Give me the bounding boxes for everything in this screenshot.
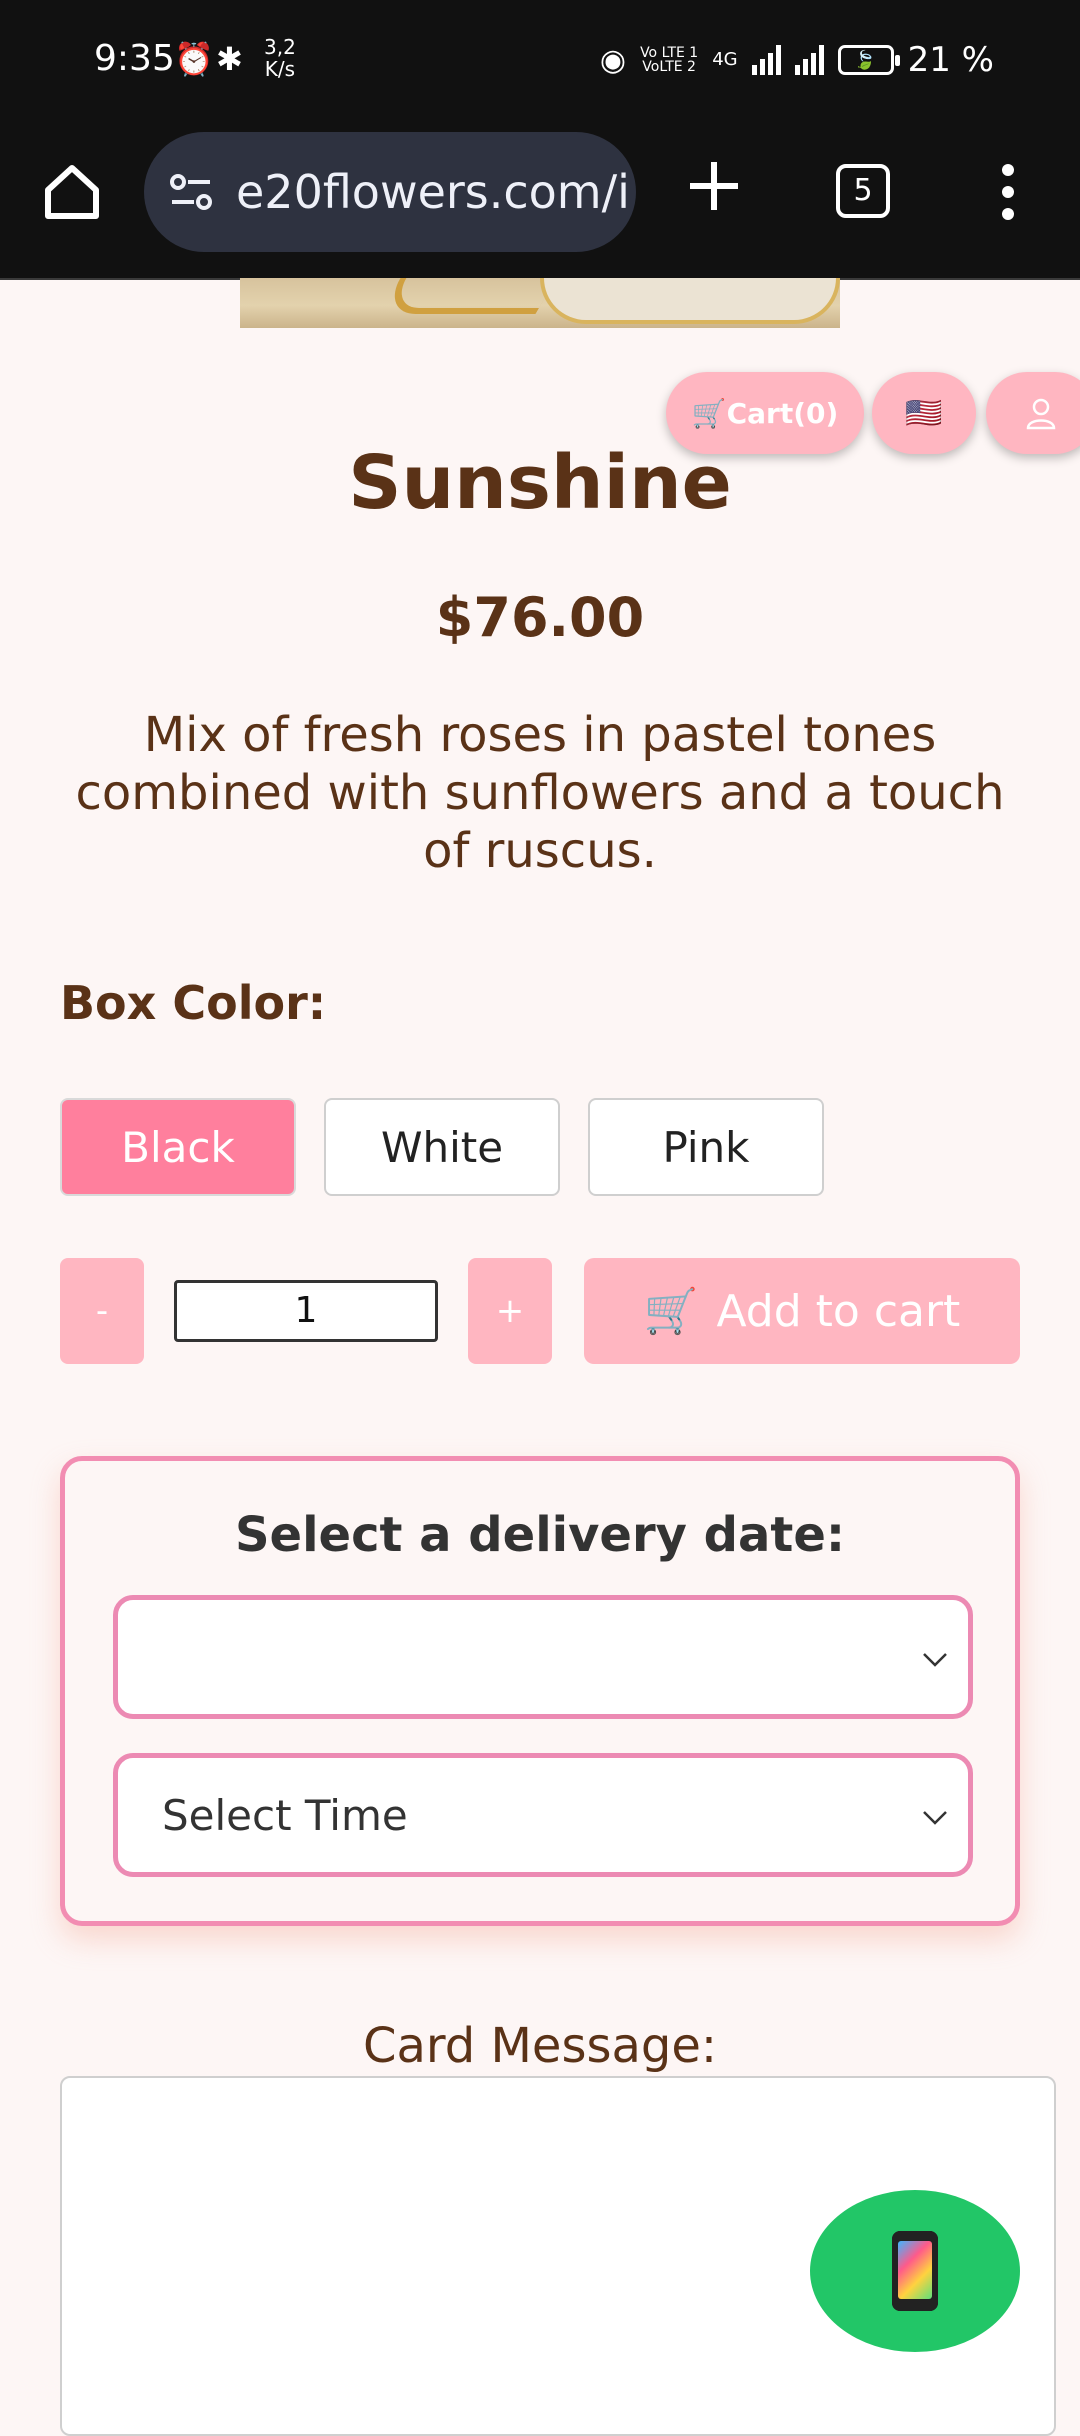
ribbon-graphic: [379, 278, 557, 314]
contact-fab-button[interactable]: [810, 2190, 1020, 2352]
home-icon[interactable]: [40, 160, 104, 224]
delivery-time-value: Select Time: [162, 1790, 408, 1840]
battery-icon: 🍃: [837, 45, 900, 75]
volte-indicator: Vo LTE 1 VoLTE 2: [640, 46, 698, 74]
volte-top: Vo LTE 1: [640, 45, 699, 61]
signal-icon: [751, 45, 781, 75]
card-message-label: Card Message:: [362, 2018, 718, 2074]
bluetooth-icon: ✱: [216, 40, 243, 78]
phone-icon: [892, 2231, 938, 2311]
product-title: Sunshine: [348, 440, 732, 526]
battery-percent: 21 %: [907, 40, 994, 80]
menu-icon[interactable]: [998, 162, 1018, 222]
product-image: [240, 278, 840, 328]
user-icon: [1026, 398, 1056, 430]
color-option-white[interactable]: White: [324, 1098, 560, 1196]
cart-icon: 🛒: [643, 1286, 699, 1337]
color-option-pink[interactable]: Pink: [588, 1098, 824, 1196]
quantity-increase-button[interactable]: +: [468, 1258, 552, 1364]
signal-icon-2: [794, 45, 824, 75]
network-type: 4G: [712, 49, 738, 70]
chevron-down-icon: [923, 1811, 947, 1825]
add-to-cart-button[interactable]: 🛒 Add to cart: [584, 1258, 1020, 1364]
delivery-time-select[interactable]: Select Time: [113, 1753, 973, 1877]
network-speed-unit: K/s: [264, 57, 296, 81]
color-option-black[interactable]: Black: [60, 1098, 296, 1196]
delivery-date-select[interactable]: [113, 1595, 973, 1719]
delivery-panel: Select a delivery date: Select Time: [60, 1456, 1020, 1926]
new-tab-icon[interactable]: [684, 156, 744, 216]
product-price: $76.00: [435, 586, 645, 649]
chevron-down-icon: [923, 1653, 947, 1667]
site-settings-icon[interactable]: [166, 166, 218, 218]
status-time: 9:35: [94, 38, 175, 79]
url-text[interactable]: e20flowers.com/i: [236, 165, 630, 219]
quantity-input[interactable]: 1: [174, 1280, 438, 1342]
delivery-title: Select a delivery date:: [234, 1507, 846, 1563]
tabs-icon[interactable]: 5: [836, 164, 890, 218]
network-speed-value: 3,2: [264, 35, 296, 59]
browser-toolbar: e20flowers.com/i 5: [0, 124, 1080, 280]
quantity-decrease-button[interactable]: -: [60, 1258, 144, 1364]
status-bar: 9:35 ⏰ ✱ 3,2 K/s ◉ Vo LTE 1 VoLTE 2 4G 🍃…: [0, 0, 1080, 124]
hotspot-icon: ◉: [599, 42, 627, 78]
status-right: ◉ Vo LTE 1 VoLTE 2 4G 🍃 21 %: [600, 40, 994, 80]
add-to-cart-label: Add to cart: [716, 1285, 961, 1337]
alarm-icon: ⏰: [174, 40, 214, 78]
volte-bottom: VoLTE 2: [642, 59, 696, 75]
url-bar[interactable]: e20flowers.com/i: [144, 132, 636, 252]
box-graphic: [540, 278, 840, 324]
product-description: Mix of fresh roses in pastel tones combi…: [75, 707, 1005, 879]
network-speed: 3,2 K/s: [264, 36, 296, 80]
box-color-label: Box Color:: [60, 976, 327, 1030]
